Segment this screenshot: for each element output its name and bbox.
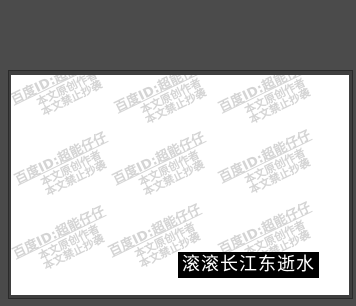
caption-text: 滚滚长江东逝水	[182, 254, 315, 275]
watermark-line-3: 本文禁止抄袭	[141, 158, 207, 199]
watermark-line-3: 本文禁止抄袭	[41, 232, 107, 273]
watermark-line-2: 本文原创作者	[136, 147, 202, 189]
watermark-line-1: 百度ID:超能仔仔	[12, 129, 110, 188]
watermark-line-1: 百度ID:超能仔仔	[110, 129, 208, 188]
watermark-line-1: 百度ID:超能仔仔	[106, 201, 204, 260]
workspace-top-area	[0, 0, 356, 70]
watermark-line-3: 本文禁止抄袭	[247, 156, 313, 197]
watermark: 百度ID:超能仔仔 本文原创作者 本文禁止抄袭	[113, 75, 220, 136]
watermark-line-1: 百度ID:超能仔仔	[11, 203, 108, 262]
watermark: 百度ID:超能仔仔 本文原创作者 本文禁止抄袭	[216, 127, 324, 206]
watermark: 百度ID:超能仔仔 本文原创作者 本文禁止抄袭	[11, 203, 118, 282]
workspace-bottom-area	[0, 299, 356, 306]
watermark-line-2: 本文原创作者	[34, 75, 100, 109]
watermark-line-3: 本文禁止抄袭	[43, 158, 109, 199]
watermark-line-1: 百度ID:超能仔仔	[216, 75, 314, 116]
watermark-line-1: 百度ID:超能仔仔	[112, 75, 210, 116]
watermark-line-2: 本文原创作者	[242, 75, 308, 117]
watermark: 百度ID:超能仔仔 本文原创作者 本文禁止抄袭	[11, 75, 116, 128]
workspace: 百度ID:超能仔仔 本文原创作者 本文禁止抄袭 百度ID:超能仔仔 本文原创作者…	[0, 0, 356, 306]
watermark-line-3: 本文禁止抄袭	[39, 78, 105, 119]
watermark: 百度ID:超能仔仔 本文原创作者 本文禁止抄袭	[217, 75, 324, 136]
editor-window: 百度ID:超能仔仔 本文原创作者 本文禁止抄袭 百度ID:超能仔仔 本文原创作者…	[0, 0, 356, 306]
caption-text-block[interactable]: 滚滚长江东逝水	[178, 252, 319, 278]
watermark: 百度ID:超能仔仔 本文原创作者 本文禁止抄袭	[12, 129, 120, 208]
watermark-line-2: 本文原创作者	[242, 145, 308, 187]
watermark: 百度ID:超能仔仔 本文原创作者 本文禁止抄袭	[110, 129, 218, 208]
watermark-line-2: 本文原创作者	[36, 221, 102, 263]
watermark-line-3: 本文禁止抄袭	[247, 86, 313, 127]
watermark-line-1: 百度ID:超能仔仔	[216, 199, 314, 258]
watermark-line-3: 本文禁止抄袭	[143, 86, 209, 127]
watermark-line-2: 本文原创作者	[138, 75, 204, 117]
watermark-line-1: 百度ID:超能仔仔	[216, 127, 314, 186]
watermark-line-2: 本文原创作者	[38, 147, 104, 189]
watermark-line-1: 百度ID:超能仔仔	[11, 75, 106, 108]
